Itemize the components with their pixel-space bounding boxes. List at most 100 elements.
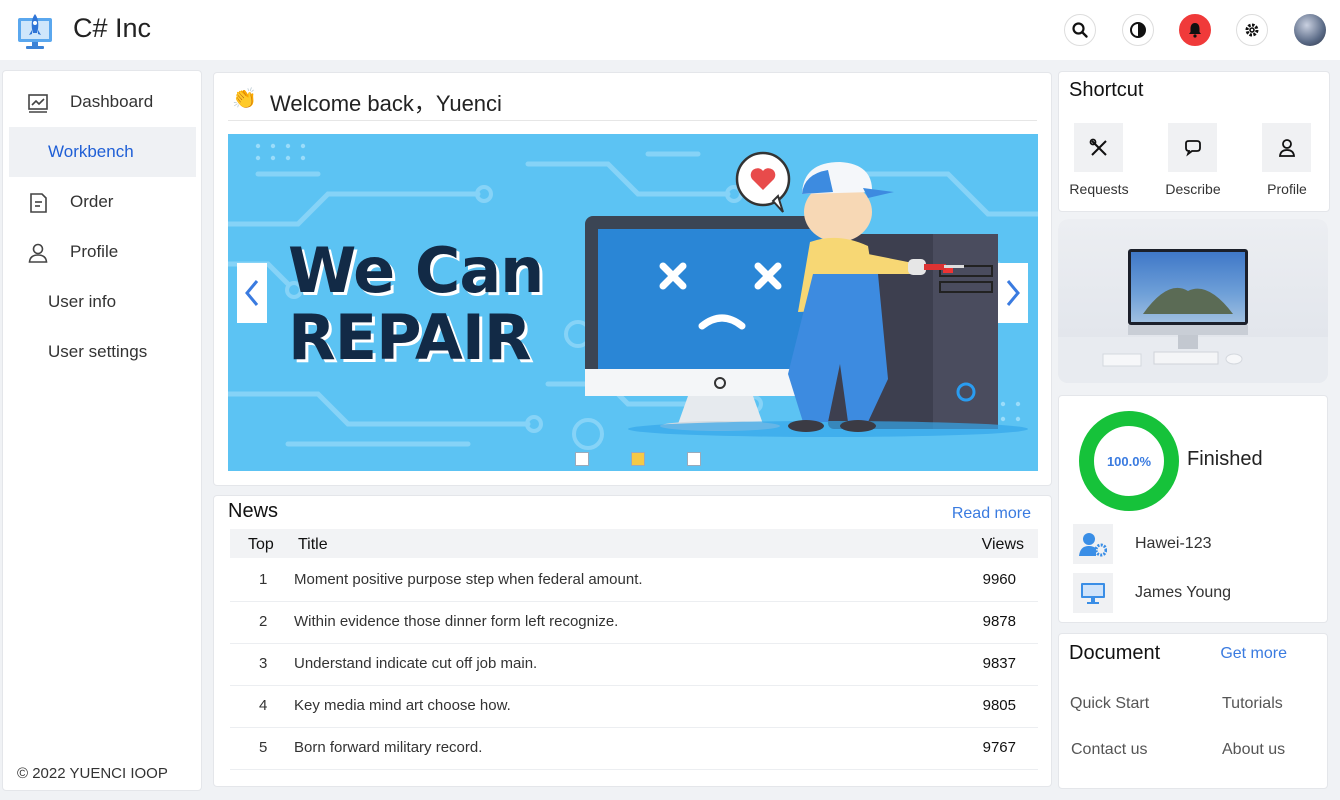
- table-row[interactable]: 4 Key media mind art choose how. 9805: [230, 686, 1038, 728]
- sidebar-item-workbench[interactable]: Workbench: [9, 127, 196, 177]
- shortcut-label: Profile: [1267, 181, 1307, 197]
- welcome-card: 👏 Welcome back，Yuenci We Can REPAIR: [213, 72, 1052, 486]
- sidebar-item-label: User info: [48, 292, 117, 311]
- news-views: 9878: [982, 613, 1016, 630]
- settings-button[interactable]: [1236, 14, 1268, 46]
- document-card: Document Get more Quick Start Tutorials …: [1058, 633, 1328, 789]
- list-item[interactable]: James Young: [1073, 573, 1313, 613]
- shortcut-icon-box: [1074, 123, 1123, 172]
- table-row[interactable]: 2 Within evidence those dinner form left…: [230, 602, 1038, 644]
- news-views: 9805: [982, 697, 1016, 714]
- user-name: Hawei-123: [1135, 535, 1212, 552]
- shortcut-profile[interactable]: Profile: [1252, 123, 1322, 213]
- news-title: News: [228, 500, 279, 522]
- chevron-right-icon: [1006, 280, 1020, 306]
- clap-emoji: 👏: [232, 88, 257, 110]
- column-header-top: Top: [248, 536, 274, 553]
- news-rank: 2: [259, 613, 268, 630]
- table-row[interactable]: 3 Understand indicate cut off job main. …: [230, 644, 1038, 686]
- banner-headline: We Can REPAIR: [288, 234, 544, 374]
- doc-link-quick-start[interactable]: Quick Start: [1070, 695, 1149, 713]
- doc-link-contact-us[interactable]: Contact us: [1071, 741, 1147, 759]
- user-icon: [1278, 138, 1295, 157]
- divider: [228, 120, 1037, 121]
- monitor-icon-box: [1073, 573, 1113, 613]
- news-headline: Moment positive purpose step when federa…: [294, 571, 643, 588]
- sidebar-item-label: Order: [70, 192, 114, 211]
- carousel-dot[interactable]: [687, 452, 701, 466]
- shortcut-card: Shortcut Requests Describe Profile: [1058, 71, 1330, 212]
- news-views: 9767: [982, 739, 1016, 756]
- progress-ring: 100.0%: [1079, 411, 1179, 511]
- rocket-monitor-logo[interactable]: [16, 10, 54, 50]
- gear-icon: [1245, 23, 1259, 37]
- news-headline: Understand indicate cut off job main.: [294, 655, 538, 672]
- copyright-text: © 2022 YUENCI IOOP: [17, 765, 168, 782]
- news-rank: 1: [259, 571, 268, 588]
- search-icon: [1072, 22, 1088, 38]
- banner-carousel[interactable]: We Can REPAIR: [228, 134, 1038, 471]
- sidebar-item-user-settings[interactable]: User settings: [9, 327, 196, 377]
- sidebar-item-order[interactable]: Order: [9, 177, 196, 227]
- theme-toggle-button[interactable]: [1122, 14, 1154, 46]
- progress-card: 100.0% Finished Hawei-123 James Young: [1058, 395, 1328, 623]
- carousel-dot-active[interactable]: [631, 452, 645, 466]
- doc-link-tutorials[interactable]: Tutorials: [1222, 695, 1283, 713]
- contrast-icon: [1130, 22, 1146, 38]
- news-views: 9960: [982, 571, 1016, 588]
- shortcut-label: Describe: [1165, 181, 1221, 197]
- doc-link-about-us[interactable]: About us: [1222, 741, 1285, 759]
- sidebar-item-profile[interactable]: Profile: [9, 227, 196, 277]
- notifications-button[interactable]: [1179, 14, 1211, 46]
- shortcut-describe[interactable]: Describe: [1158, 123, 1228, 213]
- list-item[interactable]: Hawei-123: [1073, 524, 1313, 564]
- shortcut-title: Shortcut: [1069, 79, 1144, 101]
- news-rank: 4: [259, 697, 268, 714]
- get-more-link[interactable]: Get more: [1220, 645, 1287, 663]
- shortcut-icon-box: [1168, 123, 1217, 172]
- user-icon: [28, 243, 48, 263]
- shortcut-requests[interactable]: Requests: [1064, 123, 1134, 213]
- news-views: 9837: [982, 655, 1016, 672]
- chart-icon: [28, 94, 48, 113]
- sidebar-item-label: Profile: [70, 242, 119, 261]
- table-row[interactable]: 1 Moment positive purpose step when fede…: [230, 560, 1038, 602]
- imac-photo: [1058, 219, 1328, 383]
- table-row[interactable]: 5 Born forward military record. 9767: [230, 728, 1038, 770]
- monitor-icon: [1081, 583, 1105, 604]
- brand-name: C# Inc: [73, 13, 152, 43]
- avatar[interactable]: [1294, 14, 1326, 46]
- search-button[interactable]: [1064, 14, 1096, 46]
- document-title: Document: [1069, 642, 1161, 664]
- news-card: News Read more Top Title Views 1 Moment …: [213, 495, 1052, 787]
- carousel-next-button[interactable]: [998, 263, 1028, 323]
- sidebar: Dashboard Workbench Order Profile User i…: [2, 70, 202, 791]
- news-headline: Within evidence those dinner form left r…: [294, 613, 619, 630]
- top-header: C# Inc: [0, 0, 1340, 60]
- shortcut-icon-box: [1262, 123, 1311, 172]
- read-more-link[interactable]: Read more: [952, 505, 1031, 523]
- sidebar-item-label: Workbench: [48, 142, 134, 161]
- tools-icon: [1089, 138, 1107, 156]
- document-icon: [30, 193, 47, 213]
- news-rank: 3: [259, 655, 268, 672]
- shortcut-label: Requests: [1069, 181, 1129, 197]
- user-settings-icon: [1079, 533, 1107, 557]
- sidebar-item-user-info[interactable]: User info: [9, 277, 196, 327]
- carousel-dot[interactable]: [575, 452, 589, 466]
- news-table-header: Top Title Views: [230, 529, 1038, 558]
- banner-line-1: We Can: [288, 234, 544, 307]
- bell-icon: [1189, 23, 1201, 38]
- news-rank: 5: [259, 739, 268, 756]
- chevron-left-icon: [245, 280, 259, 306]
- chat-icon: [1184, 139, 1201, 156]
- welcome-text: Welcome back，Yuenci: [270, 91, 502, 116]
- banner-line-2: REPAIR: [288, 301, 532, 374]
- sidebar-item-dashboard[interactable]: Dashboard: [9, 77, 196, 127]
- carousel-prev-button[interactable]: [237, 263, 267, 323]
- sidebar-item-label: Dashboard: [70, 92, 154, 111]
- user-name: James Young: [1135, 584, 1232, 601]
- news-headline: Born forward military record.: [294, 739, 483, 756]
- imac-image: [1058, 219, 1328, 383]
- news-headline: Key media mind art choose how.: [294, 697, 511, 714]
